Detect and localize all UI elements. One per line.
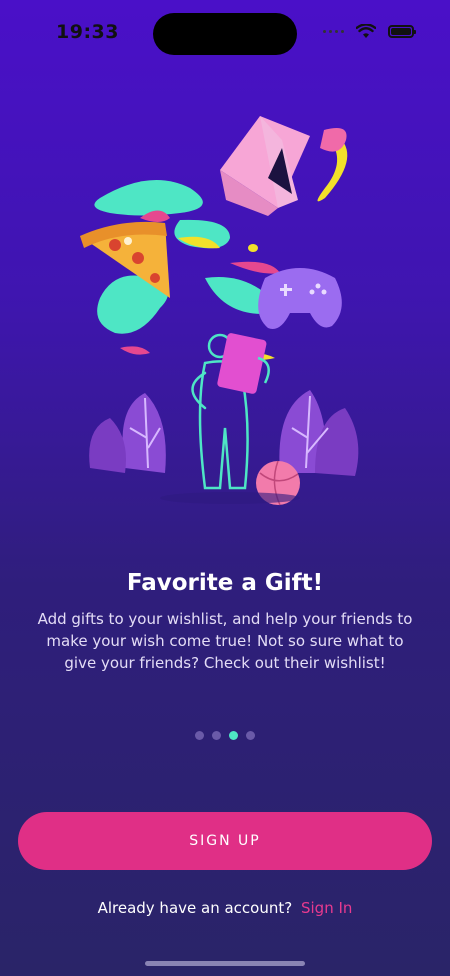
wifi-icon (356, 24, 376, 38)
sign-up-button[interactable]: SIGN UP (18, 812, 432, 870)
signal-dots-icon (323, 30, 344, 33)
page-indicator (0, 731, 450, 740)
status-time: 19:33 (56, 21, 119, 43)
page-dot-active[interactable] (229, 731, 238, 740)
battery-icon (388, 25, 416, 38)
onboarding-screen: 19:33 Favorite a Gift! Add gifts to your… (0, 0, 450, 976)
page-dot[interactable] (195, 731, 204, 740)
sign-in-row: Already have an account? Sign In (0, 899, 450, 917)
plant-left-icon (89, 393, 166, 473)
gamepad-icon (258, 268, 342, 329)
page-dot[interactable] (212, 731, 221, 740)
onboarding-title: Favorite a Gift! (126, 570, 324, 596)
plant-right-icon (279, 390, 359, 476)
page-dot[interactable] (246, 731, 255, 740)
sign-in-link[interactable]: Sign In (301, 899, 352, 917)
have-account-text: Already have an account? (97, 899, 293, 917)
status-bar: 19:33 (0, 0, 450, 66)
gift-illustration (80, 116, 359, 506)
status-icons (323, 24, 416, 39)
dynamic-island (153, 13, 297, 55)
home-indicator (145, 961, 305, 966)
tent-icon (220, 116, 310, 216)
onboarding-description: Add gifts to your wishlist, and help you… (37, 610, 413, 672)
